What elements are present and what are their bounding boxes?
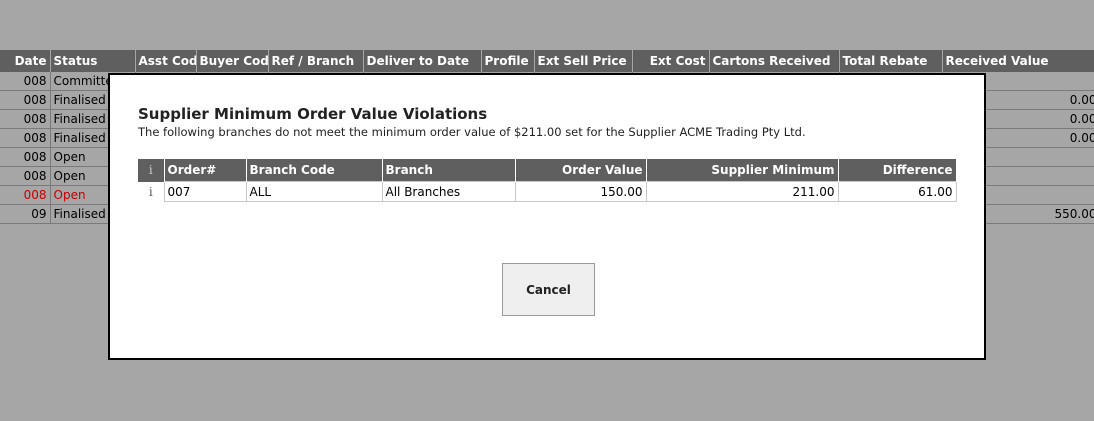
date-cell: 09 (0, 204, 51, 224)
order-value-cell: 150.00 (514, 181, 647, 202)
dialog-title: Supplier Minimum Order Value Violations (138, 105, 488, 123)
date-cell: 008 (0, 147, 51, 167)
info-icon: i (138, 159, 165, 182)
date-cell: 008 (0, 128, 51, 148)
date-cell: 008 (0, 72, 51, 91)
column-header-ext-sell-price[interactable]: Ext Sell Price (534, 50, 633, 72)
date-cell: 008 (0, 166, 51, 186)
violations-dialog: Supplier Minimum Order Value Violations … (108, 73, 986, 360)
column-header-received-value[interactable]: Received Value (942, 50, 1094, 72)
dialog-description: The following branches do not meet the m… (138, 125, 806, 139)
column-header-branch: Branch (382, 159, 516, 182)
column-header-profile[interactable]: Profile (481, 50, 535, 72)
column-header-asst-code[interactable]: Asst Code (135, 50, 197, 72)
column-header-difference: Difference (838, 159, 957, 182)
table-row[interactable]: i 007 ALL All Branches 150.00 211.00 61.… (138, 181, 957, 202)
column-header-branch-code: Branch Code (246, 159, 383, 182)
column-header-ext-cost[interactable]: Ext Cost (632, 50, 710, 72)
difference-cell: 61.00 (837, 181, 957, 202)
column-header-order: Order# (164, 159, 247, 182)
date-cell: 008 (0, 90, 51, 110)
date-cell: 008 (0, 185, 51, 205)
branch-code-cell: ALL (245, 181, 383, 202)
table-header-row: Date Status Asst Code Buyer Code Ref / B… (0, 50, 1094, 72)
column-header-buyer-code[interactable]: Buyer Code (196, 50, 269, 72)
cancel-button[interactable]: Cancel (502, 263, 595, 316)
supplier-minimum-cell: 211.00 (645, 181, 839, 202)
column-header-supplier-minimum: Supplier Minimum (646, 159, 839, 182)
column-header-ref-branch[interactable]: Ref / Branch (268, 50, 364, 72)
column-header-status[interactable]: Status (50, 50, 136, 72)
date-cell: 008 (0, 109, 51, 129)
order-number-cell: 007 (163, 181, 247, 202)
branch-cell: All Branches (381, 181, 516, 202)
column-header-cartons-received[interactable]: Cartons Received (709, 50, 840, 72)
column-header-total-rebate[interactable]: Total Rebate (839, 50, 943, 72)
info-icon[interactable]: i (138, 182, 164, 202)
violations-table: i Order# Branch Code Branch Order Value … (138, 159, 957, 202)
violations-header-row: i Order# Branch Code Branch Order Value … (138, 159, 957, 182)
column-header-deliver-to-date[interactable]: Deliver to Date (363, 50, 482, 72)
column-header-order-value: Order Value (515, 159, 647, 182)
column-header-date[interactable]: Date (0, 50, 51, 72)
